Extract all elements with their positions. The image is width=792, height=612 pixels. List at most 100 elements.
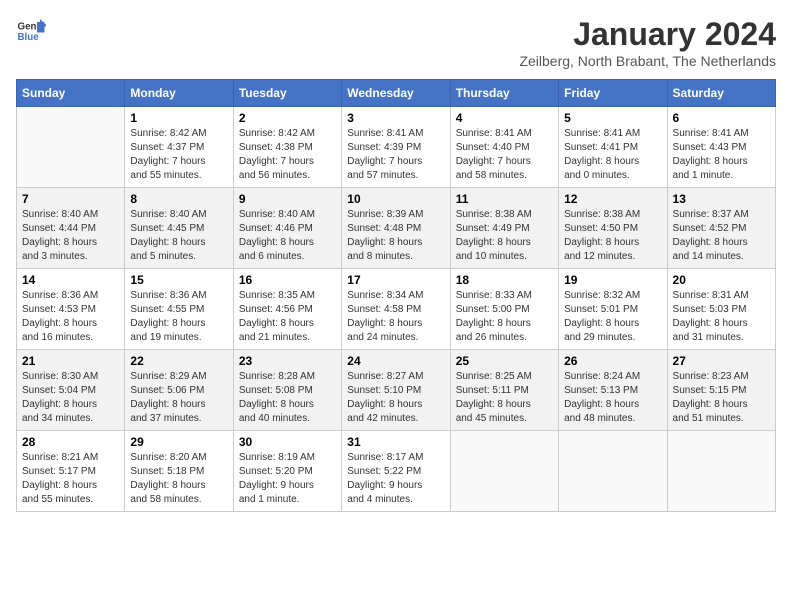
calendar-title: January 2024	[519, 16, 776, 53]
title-area: January 2024 Zeilberg, North Brabant, Th…	[519, 16, 776, 69]
day-number: 19	[564, 273, 661, 287]
calendar-cell: 25 Sunrise: 8:25 AM Sunset: 5:11 PM Dayli…	[450, 350, 558, 431]
day-number: 9	[239, 192, 336, 206]
day-info: Sunrise: 8:36 AM Sunset: 4:53 PM Dayligh…	[22, 289, 119, 345]
day-number: 3	[347, 111, 444, 125]
day-info: Sunrise: 8:33 AM Sunset: 5:00 PM Dayligh…	[456, 289, 553, 345]
day-info: Sunrise: 8:31 AM Sunset: 5:03 PM Dayligh…	[673, 289, 770, 345]
calendar-cell: 16 Sunrise: 8:35 AM Sunset: 4:56 PM Dayli…	[233, 269, 341, 350]
calendar-cell: 18 Sunrise: 8:33 AM Sunset: 5:00 PM Dayli…	[450, 269, 558, 350]
day-info: Sunrise: 8:24 AM Sunset: 5:13 PM Dayligh…	[564, 370, 661, 426]
calendar-cell: 12Sunrise: 8:38 AM Sunset: 4:50 PM Dayli…	[559, 188, 667, 269]
calendar-week-row: 1 Sunrise: 8:42 AM Sunset: 4:37 PM Daylig…	[17, 107, 776, 188]
day-number: 12	[564, 192, 661, 206]
day-info: Sunrise: 8:41 AM Sunset: 4:39 PM Dayligh…	[347, 127, 444, 183]
calendar-cell: 23 Sunrise: 8:28 AM Sunset: 5:08 PM Dayli…	[233, 350, 341, 431]
calendar-cell: 1 Sunrise: 8:42 AM Sunset: 4:37 PM Daylig…	[125, 107, 233, 188]
page-header: General Blue January 2024 Zeilberg, Nort…	[16, 16, 776, 69]
day-info: Sunrise: 8:29 AM Sunset: 5:06 PM Dayligh…	[130, 370, 227, 426]
weekday-header-cell: Saturday	[667, 80, 775, 107]
calendar-table: SundayMondayTuesdayWednesdayThursdayFrid…	[16, 79, 776, 512]
calendar-cell: 5Sunrise: 8:41 AM Sunset: 4:41 PM Daylig…	[559, 107, 667, 188]
day-number: 15	[130, 273, 227, 287]
calendar-cell	[17, 107, 125, 188]
calendar-cell: 28 Sunrise: 8:21 AM Sunset: 5:17 PM Dayli…	[17, 431, 125, 512]
day-info: Sunrise: 8:42 AM Sunset: 4:37 PM Dayligh…	[130, 127, 227, 183]
calendar-body: 1 Sunrise: 8:42 AM Sunset: 4:37 PM Daylig…	[17, 107, 776, 512]
day-info: Sunrise: 8:21 AM Sunset: 5:17 PM Dayligh…	[22, 451, 119, 507]
calendar-cell: 30 Sunrise: 8:19 AM Sunset: 5:20 PM Dayli…	[233, 431, 341, 512]
day-info: Sunrise: 8:30 AM Sunset: 5:04 PM Dayligh…	[22, 370, 119, 426]
calendar-cell: 8 Sunrise: 8:40 AM Sunset: 4:45 PM Daylig…	[125, 188, 233, 269]
day-info: Sunrise: 8:38 AM Sunset: 4:49 PM Dayligh…	[456, 208, 553, 264]
day-number: 4	[456, 111, 553, 125]
weekday-header-cell: Tuesday	[233, 80, 341, 107]
calendar-cell: 4 Sunrise: 8:41 AM Sunset: 4:40 PM Daylig…	[450, 107, 558, 188]
day-info: Sunrise: 8:37 AM Sunset: 4:52 PM Dayligh…	[673, 208, 770, 264]
svg-text:Blue: Blue	[18, 32, 40, 43]
day-number: 29	[130, 435, 227, 449]
day-number: 13	[673, 192, 770, 206]
calendar-cell: 17 Sunrise: 8:34 AM Sunset: 4:58 PM Dayli…	[342, 269, 450, 350]
calendar-week-row: 7 Sunrise: 8:40 AM Sunset: 4:44 PM Daylig…	[17, 188, 776, 269]
calendar-cell: 22 Sunrise: 8:29 AM Sunset: 5:06 PM Dayli…	[125, 350, 233, 431]
weekday-header-cell: Thursday	[450, 80, 558, 107]
day-info: Sunrise: 8:27 AM Sunset: 5:10 PM Dayligh…	[347, 370, 444, 426]
day-number: 28	[22, 435, 119, 449]
day-info: Sunrise: 8:35 AM Sunset: 4:56 PM Dayligh…	[239, 289, 336, 345]
day-number: 23	[239, 354, 336, 368]
day-info: Sunrise: 8:40 AM Sunset: 4:45 PM Dayligh…	[130, 208, 227, 264]
day-info: Sunrise: 8:23 AM Sunset: 5:15 PM Dayligh…	[673, 370, 770, 426]
day-info: Sunrise: 8:40 AM Sunset: 4:44 PM Dayligh…	[22, 208, 119, 264]
day-number: 16	[239, 273, 336, 287]
day-info: Sunrise: 8:25 AM Sunset: 5:11 PM Dayligh…	[456, 370, 553, 426]
day-info: Sunrise: 8:41 AM Sunset: 4:40 PM Dayligh…	[456, 127, 553, 183]
calendar-cell: 13 Sunrise: 8:37 AM Sunset: 4:52 PM Dayli…	[667, 188, 775, 269]
day-number: 30	[239, 435, 336, 449]
calendar-cell: 15Sunrise: 8:36 AM Sunset: 4:55 PM Dayli…	[125, 269, 233, 350]
weekday-header-cell: Wednesday	[342, 80, 450, 107]
calendar-cell: 3 Sunrise: 8:41 AM Sunset: 4:39 PM Daylig…	[342, 107, 450, 188]
weekday-header-cell: Sunday	[17, 80, 125, 107]
day-info: Sunrise: 8:19 AM Sunset: 5:20 PM Dayligh…	[239, 451, 336, 507]
calendar-cell	[667, 431, 775, 512]
calendar-cell: 27 Sunrise: 8:23 AM Sunset: 5:15 PM Dayli…	[667, 350, 775, 431]
calendar-cell	[559, 431, 667, 512]
calendar-week-row: 28 Sunrise: 8:21 AM Sunset: 5:17 PM Dayli…	[17, 431, 776, 512]
day-number: 2	[239, 111, 336, 125]
day-info: Sunrise: 8:39 AM Sunset: 4:48 PM Dayligh…	[347, 208, 444, 264]
day-number: 25	[456, 354, 553, 368]
day-number: 26	[564, 354, 661, 368]
calendar-cell: 6 Sunrise: 8:41 AM Sunset: 4:43 PM Daylig…	[667, 107, 775, 188]
calendar-cell: 11 Sunrise: 8:38 AM Sunset: 4:49 PM Dayli…	[450, 188, 558, 269]
day-number: 18	[456, 273, 553, 287]
day-number: 22	[130, 354, 227, 368]
day-info: Sunrise: 8:34 AM Sunset: 4:58 PM Dayligh…	[347, 289, 444, 345]
calendar-cell: 24Sunrise: 8:27 AM Sunset: 5:10 PM Dayli…	[342, 350, 450, 431]
day-number: 17	[347, 273, 444, 287]
day-info: Sunrise: 8:42 AM Sunset: 4:38 PM Dayligh…	[239, 127, 336, 183]
day-info: Sunrise: 8:41 AM Sunset: 4:43 PM Dayligh…	[673, 127, 770, 183]
calendar-week-row: 21 Sunrise: 8:30 AM Sunset: 5:04 PM Dayli…	[17, 350, 776, 431]
day-number: 1	[130, 111, 227, 125]
day-number: 20	[673, 273, 770, 287]
day-number: 21	[22, 354, 119, 368]
calendar-cell: 2 Sunrise: 8:42 AM Sunset: 4:38 PM Daylig…	[233, 107, 341, 188]
calendar-cell: 26 Sunrise: 8:24 AM Sunset: 5:13 PM Dayli…	[559, 350, 667, 431]
calendar-cell: 31Sunrise: 8:17 AM Sunset: 5:22 PM Dayli…	[342, 431, 450, 512]
day-number: 27	[673, 354, 770, 368]
day-number: 10	[347, 192, 444, 206]
day-number: 8	[130, 192, 227, 206]
weekday-header-row: SundayMondayTuesdayWednesdayThursdayFrid…	[17, 80, 776, 107]
day-number: 11	[456, 192, 553, 206]
calendar-cell: 10 Sunrise: 8:39 AM Sunset: 4:48 PM Dayli…	[342, 188, 450, 269]
logo-icon: General Blue	[16, 16, 46, 46]
day-info: Sunrise: 8:28 AM Sunset: 5:08 PM Dayligh…	[239, 370, 336, 426]
weekday-header-cell: Monday	[125, 80, 233, 107]
day-number: 7	[22, 192, 119, 206]
calendar-week-row: 14 Sunrise: 8:36 AM Sunset: 4:53 PM Dayli…	[17, 269, 776, 350]
day-number: 31	[347, 435, 444, 449]
day-number: 14	[22, 273, 119, 287]
day-number: 6	[673, 111, 770, 125]
weekday-header-cell: Friday	[559, 80, 667, 107]
